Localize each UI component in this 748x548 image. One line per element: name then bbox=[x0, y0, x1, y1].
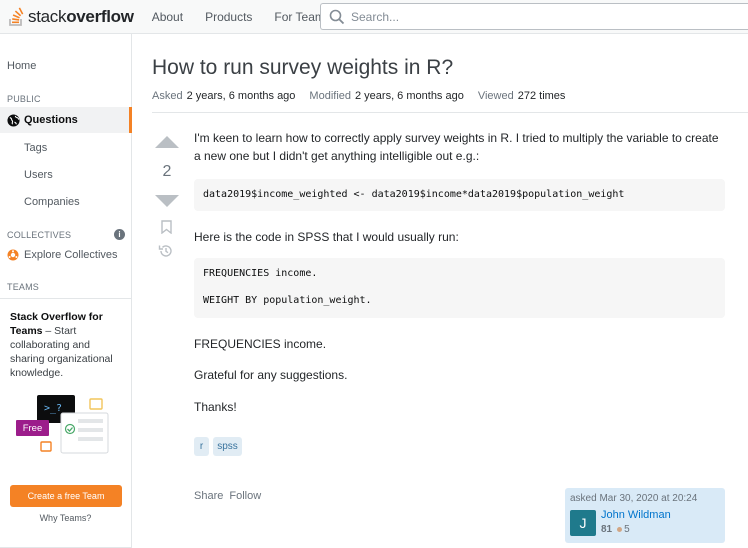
question-meta: Asked 2 years, 6 months ago Modified 2 y… bbox=[152, 90, 579, 102]
viewed-label: Viewed bbox=[477, 90, 514, 102]
question-body-paragraph: I'm keen to learn how to correctly apply… bbox=[194, 131, 719, 163]
sidebar-item-companies[interactable]: Companies bbox=[24, 196, 80, 208]
sidebar-heading-public: PUBLIC bbox=[7, 94, 41, 104]
globe-icon bbox=[7, 113, 20, 127]
search-box[interactable] bbox=[320, 3, 748, 30]
site-logo[interactable]: stackoverflow bbox=[8, 0, 134, 34]
follow-link[interactable]: Follow bbox=[229, 490, 261, 502]
tag-spss[interactable]: spss bbox=[213, 437, 242, 456]
question-body-paragraph: FREQUENCIES income. bbox=[194, 337, 327, 351]
sidebar-item-questions[interactable]: Questions bbox=[0, 107, 132, 133]
modified-label: Modified bbox=[309, 90, 351, 102]
owner-asked-time: asked Mar 30, 2020 at 20:24 bbox=[570, 493, 698, 504]
viewed-value: 272 times bbox=[517, 90, 566, 102]
teams-promo-text: Stack Overflow for Teams – Start collabo… bbox=[10, 311, 113, 379]
search-icon bbox=[329, 9, 345, 24]
terminal-prompt: >_? bbox=[44, 403, 63, 414]
nav-products[interactable]: Products bbox=[197, 4, 260, 30]
post-actions: Share Follow bbox=[194, 490, 267, 502]
search-input[interactable] bbox=[351, 9, 731, 24]
sidebar-item-tags[interactable]: Tags bbox=[24, 142, 47, 154]
sidebar-item-explore-collectives[interactable]: Explore Collectives bbox=[7, 249, 118, 261]
collectives-icon bbox=[7, 249, 19, 261]
downvote-icon[interactable] bbox=[154, 194, 180, 208]
owner-name[interactable]: John Wildman bbox=[601, 509, 671, 521]
owner-reputation: 81 5 bbox=[601, 524, 630, 535]
history-icon[interactable] bbox=[158, 243, 174, 259]
bronze-badge-icon bbox=[617, 527, 623, 532]
left-sidebar: Home PUBLIC Questions Tags Users Compani… bbox=[0, 34, 132, 548]
logo-text: stackoverflow bbox=[28, 6, 134, 26]
vote-count: 2 bbox=[162, 163, 172, 180]
avatar[interactable]: J bbox=[570, 510, 596, 536]
free-badge: Free bbox=[16, 420, 49, 436]
sidebar-heading-collectives: COLLECTIVES bbox=[7, 230, 72, 240]
why-teams-link[interactable]: Why Teams? bbox=[0, 513, 131, 523]
code-block: FREQUENCIES income. WEIGHT BY population… bbox=[194, 258, 725, 318]
sidebar-item-home[interactable]: Home bbox=[7, 60, 36, 72]
teams-promo: Stack Overflow for Teams – Start collabo… bbox=[0, 298, 131, 548]
create-free-team-button[interactable]: Create a free Team bbox=[10, 485, 122, 507]
sidebar-item-label: Questions bbox=[24, 114, 78, 126]
bronze-badge-count: 5 bbox=[624, 524, 630, 535]
question-body-paragraph: Grateful for any suggestions. bbox=[194, 368, 348, 382]
tag-r[interactable]: r bbox=[194, 437, 209, 456]
top-bar: stackoverflow About Products For Teams bbox=[0, 0, 748, 34]
question-title[interactable]: How to run survey weights in R? bbox=[152, 56, 453, 80]
owner-card: asked Mar 30, 2020 at 20:24 J John Wildm… bbox=[565, 488, 725, 543]
question-body-paragraph: Thanks! bbox=[194, 400, 237, 414]
question-body-paragraph: Here is the code in SPSS that I would us… bbox=[194, 230, 459, 244]
asked-value: 2 years, 6 months ago bbox=[186, 90, 296, 102]
top-nav: About Products For Teams bbox=[144, 4, 345, 30]
upvote-icon[interactable] bbox=[154, 135, 180, 149]
title-divider bbox=[152, 112, 748, 113]
sidebar-heading-teams: TEAMS bbox=[7, 282, 40, 292]
bookmark-icon[interactable] bbox=[161, 220, 172, 234]
stackoverflow-logo-icon bbox=[9, 7, 24, 26]
nav-about[interactable]: About bbox=[144, 4, 191, 30]
info-icon[interactable]: i bbox=[114, 229, 125, 240]
reputation-score: 81 bbox=[601, 524, 613, 535]
code-block: data2019$income_weighted <- data2019$inc… bbox=[194, 179, 725, 211]
sidebar-item-label: Explore Collectives bbox=[24, 249, 118, 261]
asked-label: Asked bbox=[152, 90, 183, 102]
code-line: WEIGHT BY population_weight. bbox=[203, 295, 372, 306]
sidebar-item-users[interactable]: Users bbox=[24, 169, 53, 181]
teams-illustration: >_? Free bbox=[14, 391, 118, 467]
modified-value[interactable]: 2 years, 6 months ago bbox=[355, 90, 464, 102]
share-link[interactable]: Share bbox=[194, 490, 223, 502]
code-line: FREQUENCIES income. bbox=[203, 268, 318, 279]
code-line: data2019$income_weighted <- data2019$inc… bbox=[203, 189, 625, 200]
